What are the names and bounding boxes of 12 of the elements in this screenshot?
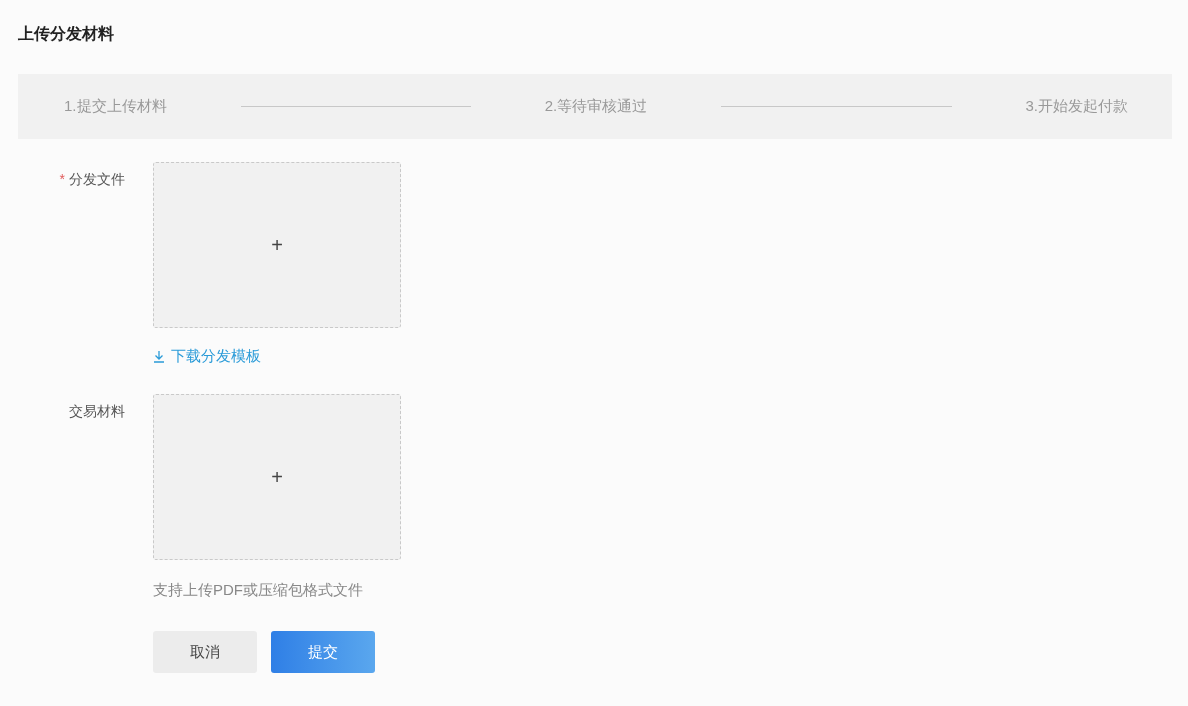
upload-hint: 支持上传PDF或压缩包格式文件: [153, 581, 363, 600]
step-label: 3.开始发起付款: [1025, 97, 1128, 116]
field-label: 分发文件: [69, 171, 125, 187]
page-title: 上传分发材料: [18, 24, 114, 44]
step-label: 1.提交上传材料: [64, 97, 167, 116]
required-mark: *: [59, 171, 65, 187]
upload-area[interactable]: +: [153, 162, 401, 328]
field-label: 交易材料: [69, 403, 125, 419]
upload-area[interactable]: +: [153, 394, 401, 560]
step-label: 2.等待审核通过: [544, 97, 648, 116]
download-icon: [153, 350, 165, 363]
cancel-button[interactable]: 取消: [153, 631, 257, 673]
